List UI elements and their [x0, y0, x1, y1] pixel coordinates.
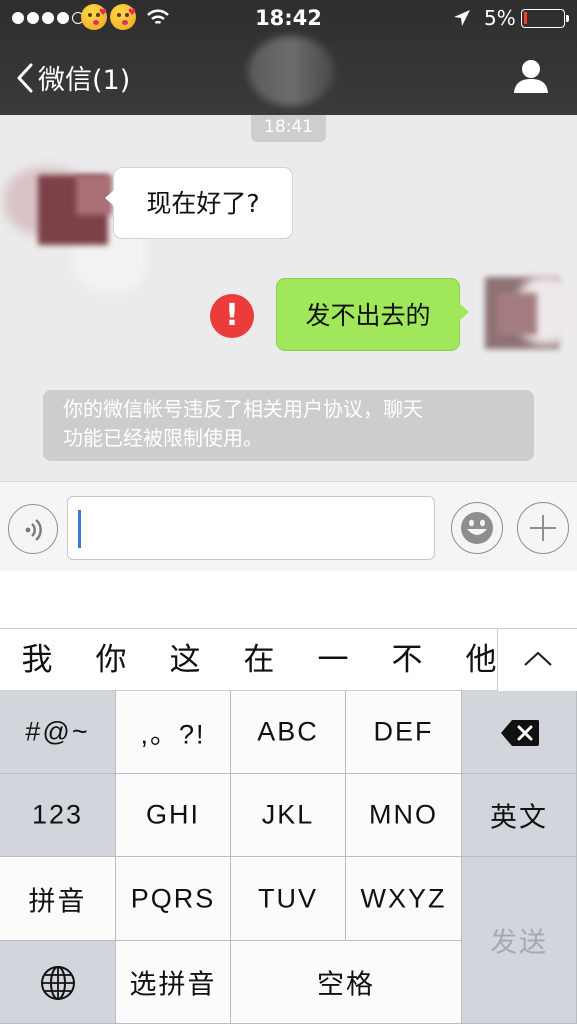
candidate-item[interactable]: 一 — [308, 629, 358, 691]
status-bar: ♥ ♥ 18:42 5% — [0, 0, 577, 38]
key-ghi[interactable]: GHI — [116, 774, 231, 857]
system-notice-text: 你的微信帐号违反了相关用户协议，聊天 功能已经被限制使用。 — [63, 397, 423, 450]
incoming-message-bubble[interactable]: 现在好了? — [105, 167, 293, 239]
candidate-expand-button[interactable] — [497, 629, 577, 691]
key-def[interactable]: DEF — [346, 691, 462, 774]
top-bar: ♥ ♥ 18:42 5% 微信(1) — [0, 0, 577, 115]
battery-icon — [521, 9, 565, 28]
key-pinyin[interactable]: 拼音 — [0, 857, 116, 941]
candidate-item[interactable]: 不 — [382, 629, 432, 691]
globe-icon — [41, 966, 75, 1000]
key-numbers[interactable]: 123 — [0, 774, 116, 857]
battery-percent: 5% — [484, 6, 516, 30]
backspace-icon — [501, 720, 539, 746]
candidate-bar: 我 你 这 在 一 不 他 — [0, 628, 577, 691]
outgoing-message-bubble[interactable]: 发不出去的 — [276, 278, 469, 351]
emoji-button[interactable] — [451, 502, 503, 554]
candidate-item[interactable]: 这 — [160, 629, 210, 691]
key-delete[interactable] — [462, 691, 577, 774]
voice-icon — [25, 519, 42, 541]
chevron-left-icon — [17, 63, 33, 92]
candidate-item[interactable]: 我 — [12, 629, 62, 691]
more-plus-button[interactable] — [517, 502, 569, 554]
voice-input-button[interactable] — [8, 504, 58, 554]
keyboard: #@~ ,。?! ABC DEF 123 GHI JKL MNO 英文 拼音 P… — [0, 691, 577, 1024]
candidate-item[interactable]: 你 — [86, 629, 136, 691]
location-arrow-icon — [454, 10, 470, 26]
my-avatar[interactable] — [483, 275, 577, 351]
key-abc[interactable]: ABC — [231, 691, 346, 774]
back-label: 微信(1) — [38, 65, 131, 96]
contact-profile-button[interactable] — [512, 58, 550, 98]
candidate-item[interactable]: 在 — [234, 629, 284, 691]
key-jkl[interactable]: JKL — [231, 774, 346, 857]
system-notice: 你的微信帐号违反了相关用户协议，聊天 功能已经被限制使用。 — [43, 390, 534, 461]
key-english[interactable]: 英文 — [462, 774, 577, 857]
key-space[interactable]: 空格 — [231, 941, 462, 1024]
key-globe[interactable] — [0, 941, 116, 1024]
key-select-pinyin[interactable]: 选拼音 — [116, 941, 231, 1024]
input-bar — [0, 481, 577, 571]
key-mno[interactable]: MNO — [346, 774, 462, 857]
key-tuv[interactable]: TUV — [231, 857, 346, 941]
send-failed-icon[interactable]: ! — [210, 294, 254, 338]
key-wxyz[interactable]: WXYZ — [346, 857, 462, 941]
person-icon — [514, 60, 548, 93]
back-button[interactable]: 微信(1) — [16, 58, 130, 97]
key-send[interactable]: 发送 — [462, 857, 577, 1024]
message-timestamp: 18:41 — [251, 115, 326, 142]
chat-area[interactable]: 18:41 现在好了? ! 发不出去的 你的微信帐号违反了相关用户协议，聊天 功… — [0, 115, 577, 481]
key-punctuation[interactable]: ,。?! — [116, 691, 231, 774]
key-symbols[interactable]: #@~ — [0, 691, 116, 774]
contact-name-redacted — [248, 36, 334, 106]
keyboard-composition-area — [0, 571, 577, 628]
message-input[interactable] — [67, 496, 435, 560]
smiley-icon — [461, 512, 493, 544]
chevron-up-icon — [524, 651, 552, 666]
text-caret — [78, 510, 81, 548]
key-pqrs[interactable]: PQRS — [116, 857, 231, 941]
